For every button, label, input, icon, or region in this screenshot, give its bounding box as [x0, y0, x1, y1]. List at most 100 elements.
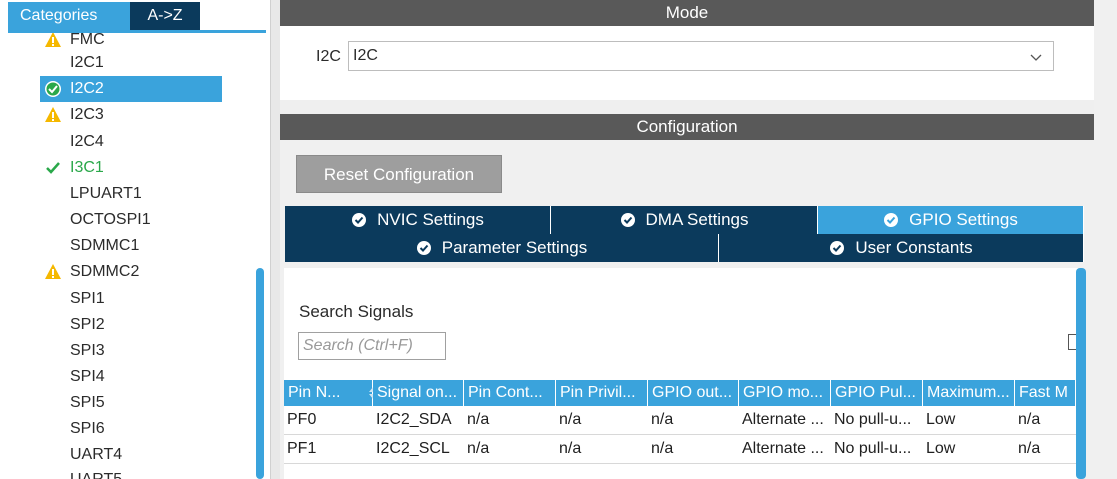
tree-item-label: SPI2	[70, 316, 105, 333]
check-circle-icon	[620, 213, 635, 227]
table-cell: I2C2_SDA	[376, 411, 452, 428]
warning-icon	[45, 33, 61, 47]
tree-item-label: LPUART1	[70, 185, 142, 202]
column-header[interactable]: Pin N...	[284, 380, 373, 406]
table-cell: n/a	[467, 411, 490, 428]
table-cell: No pull-u...	[834, 411, 912, 428]
tab-a-z[interactable]: A->Z	[130, 2, 200, 30]
tree-item-label: I2C2	[70, 80, 104, 97]
tree-item-label: SPI6	[70, 420, 105, 437]
i2c-mode-label: I2C	[316, 48, 341, 65]
table-row[interactable]: PF1 I2C2_SCL n/a n/a n/a Alternate ... N…	[284, 435, 1076, 463]
table-cell: n/a	[467, 440, 490, 457]
mode-header: Mode	[280, 0, 1094, 26]
configuration-panel: Mode I2C I2C Configuration Reset Configu…	[280, 0, 1117, 479]
table-cell: Low	[926, 440, 956, 457]
tree-item-label: OCTOSPI1	[70, 211, 151, 228]
check-circle-icon	[45, 81, 61, 97]
warning-icon	[45, 107, 61, 122]
column-header[interactable]: Pin Privil...	[556, 380, 648, 406]
tree-item-label: I2C4	[70, 133, 104, 150]
tree-item-spi3[interactable]: SPI3	[40, 338, 222, 364]
tree-item-spi4[interactable]: SPI4	[40, 364, 222, 390]
i2c-mode-value: I2C	[353, 47, 378, 64]
tree-item-sdmmc2[interactable]: SDMMC2	[40, 259, 222, 285]
tree-item-spi2[interactable]: SPI2	[40, 312, 222, 338]
tree-item-label: SDMMC1	[70, 237, 140, 254]
row-divider	[284, 463, 1076, 464]
tree-item-label: SPI4	[70, 368, 105, 385]
table-cell: Alternate ...	[742, 440, 824, 457]
table-cell: n/a	[651, 411, 674, 428]
tree-item-i2c3[interactable]: I2C3	[40, 102, 222, 128]
tree-item-i3c1[interactable]: I3C1	[40, 155, 222, 181]
tab-dma-settings[interactable]: DMA Settings	[551, 206, 818, 234]
tree-item-lpuart1[interactable]: LPUART1	[40, 181, 222, 207]
warning-icon	[45, 264, 61, 279]
table-cell: n/a	[559, 411, 582, 428]
tree-item-uart4[interactable]: UART4	[40, 442, 222, 468]
tree-item-spi1[interactable]: SPI1	[40, 286, 222, 312]
table-cell: Low	[926, 411, 956, 428]
table-cell: n/a	[559, 440, 582, 457]
column-header[interactable]: Maximum...	[923, 380, 1015, 406]
search-signals-label: Search Signals	[299, 302, 414, 321]
category-tabs: Categories A->Z	[8, 2, 200, 30]
tab-categories[interactable]: Categories	[8, 2, 130, 30]
table-cell: n/a	[1018, 411, 1041, 428]
column-header[interactable]: Fast M	[1015, 380, 1076, 406]
column-header[interactable]: Pin Cont...	[464, 380, 556, 406]
table-cell: n/a	[1018, 440, 1041, 457]
tree-item-label: UART5	[70, 467, 122, 479]
categories-panel: Categories A->Z FMC I2C1 I2C2 I2C3 I2C4 …	[0, 0, 270, 479]
tab-nvic-settings[interactable]: NVIC Settings	[285, 206, 551, 234]
check-circle-icon	[884, 213, 899, 227]
table-cell: PF1	[287, 440, 317, 457]
check-circle-icon	[830, 241, 845, 255]
tree-item-octospi1[interactable]: OCTOSPI1	[40, 207, 222, 233]
table-cell: PF0	[287, 411, 317, 428]
section-gap	[280, 100, 1094, 114]
configuration-header: Configuration	[280, 114, 1094, 140]
search-signals-input[interactable]	[298, 332, 446, 360]
mode-section: I2C I2C	[280, 26, 1094, 100]
tree-item-label: SPI1	[70, 290, 105, 307]
tab-label: User Constants	[855, 238, 973, 257]
gpio-settings-panel: Search Signals Pin N... Signal on... Pin…	[284, 268, 1084, 479]
table-scrollbar-thumb[interactable]	[1076, 268, 1086, 479]
check-circle-icon	[352, 213, 367, 227]
tree-item-sdmmc1[interactable]: SDMMC1	[40, 233, 222, 259]
panel-splitter[interactable]	[270, 0, 280, 479]
i2c-mode-select[interactable]: I2C	[348, 41, 1054, 71]
table-cell: No pull-u...	[834, 440, 912, 457]
tab-label: GPIO Settings	[909, 210, 1018, 229]
tree-item-label: UART4	[70, 446, 123, 463]
tree-item-spi5[interactable]: SPI5	[40, 390, 222, 416]
tree-item-label: SPI5	[70, 394, 105, 411]
tab-label: Parameter Settings	[441, 238, 588, 257]
tab-parameter-settings[interactable]: Parameter Settings	[285, 234, 719, 262]
tree-item-uart5[interactable]: UART5	[40, 467, 222, 479]
column-header[interactable]: Signal on...	[373, 380, 464, 406]
tree-item-label: I2C3	[70, 106, 104, 123]
table-row[interactable]: PF0 I2C2_SDA n/a n/a n/a Alternate ... N…	[284, 406, 1076, 434]
tree-item-spi6[interactable]: SPI6	[40, 416, 222, 442]
tab-gpio-settings[interactable]: GPIO Settings	[818, 206, 1084, 234]
tree-item-i2c4[interactable]: I2C4	[40, 129, 222, 155]
check-circle-icon	[416, 241, 431, 255]
column-header[interactable]: GPIO out...	[648, 380, 739, 406]
table-header-row: Pin N... Signal on... Pin Cont... Pin Pr…	[284, 380, 1076, 408]
tree-item-i2c2[interactable]: I2C2	[40, 76, 222, 102]
column-header[interactable]: GPIO mo...	[739, 380, 831, 406]
tab-user-constants[interactable]: User Constants	[719, 234, 1084, 262]
tree-item-label: I3C1	[70, 159, 104, 176]
chevron-down-icon	[1030, 54, 1042, 61]
tree-item-label: I2C1	[70, 54, 104, 71]
peripheral-tree: FMC I2C1 I2C2 I2C3 I2C4 I3C1 LPUART1 OCT…	[0, 33, 248, 479]
tree-item-i2c1[interactable]: I2C1	[40, 50, 222, 76]
tab-label: DMA Settings	[645, 210, 749, 229]
tree-scrollbar-thumb[interactable]	[256, 268, 264, 479]
column-header[interactable]: GPIO Pul...	[831, 380, 923, 406]
reset-configuration-button[interactable]: Reset Configuration	[296, 155, 502, 193]
tab-label: NVIC Settings	[377, 210, 484, 229]
